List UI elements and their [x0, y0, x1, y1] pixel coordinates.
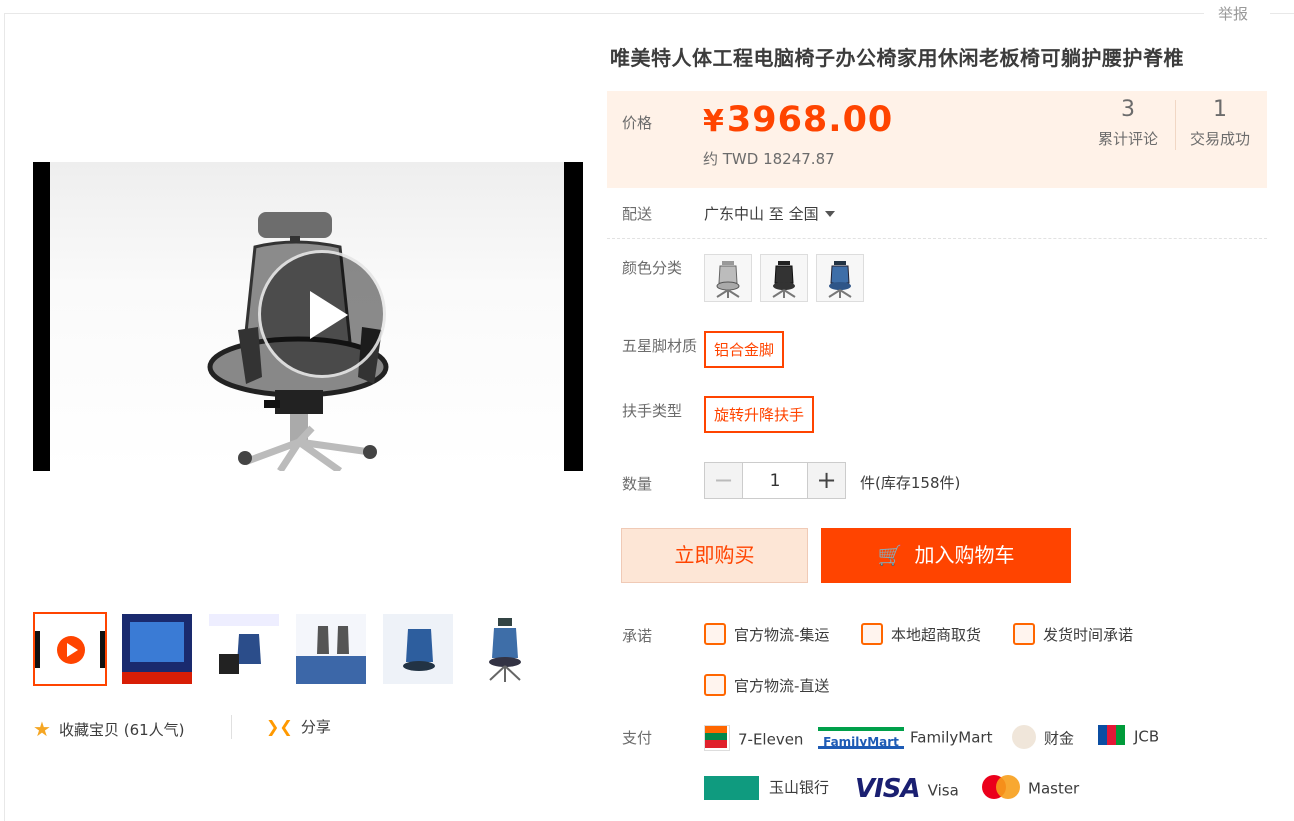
divider — [607, 238, 1267, 239]
star-icon: ★ — [33, 717, 51, 741]
shipping-destination: 全国 — [788, 205, 819, 223]
favorite-label: 收藏宝贝 — [58, 721, 119, 739]
fisc-icon — [1012, 725, 1036, 749]
payment-method: VISA Visa — [855, 774, 959, 806]
price-label: 价格 — [622, 114, 653, 132]
payment-method: 财金 — [1012, 725, 1075, 751]
thumbnail-6[interactable] — [470, 614, 540, 684]
truck-icon — [704, 673, 726, 696]
add-to-cart-label: 加入购物车 — [914, 543, 1015, 567]
promise-label: 承诺 — [622, 627, 653, 645]
promise-item-label: 官方物流-直送 — [734, 677, 830, 695]
color-swatch-gray[interactable] — [704, 254, 752, 302]
product-title: 唯美特人体工程电脑椅子办公椅家用休闲老板椅可躺护腰护脊椎 — [610, 46, 1184, 70]
reviews-stat[interactable]: 3 累计评论 — [1093, 98, 1163, 149]
promise-item: 本地超商取货 — [861, 622, 982, 647]
promise-item-label: 本地超商取货 — [891, 626, 982, 644]
quantity-increase-button[interactable]: + — [807, 463, 845, 498]
base-material-option[interactable]: 铝合金脚 — [704, 331, 785, 368]
payment-method-label: 玉山银行 — [769, 778, 830, 797]
armrest-label: 扶手类型 — [622, 402, 683, 420]
familymart-icon: FamilyMart — [818, 727, 904, 749]
promise-item: 官方物流-集运 — [704, 622, 830, 647]
frame-top-border — [4, 13, 1204, 14]
payment-method-label: FamilyMart — [910, 728, 993, 747]
payment-method-label: Master — [1028, 779, 1080, 798]
chevron-down-icon — [824, 211, 835, 217]
payment-method-label: 7-Eleven — [738, 730, 804, 749]
cart-icon: 🛒 — [877, 543, 903, 567]
product-video-player[interactable] — [33, 162, 583, 471]
currency-symbol: ¥ — [703, 104, 725, 139]
promise-item: 发货时间承诺 — [1013, 622, 1134, 647]
promise-item-label: 发货时间承诺 — [1043, 626, 1134, 644]
quantity-decrease-button[interactable]: − — [705, 463, 743, 498]
play-icon — [57, 636, 85, 664]
add-to-cart-button[interactable]: 🛒 加入购物车 — [821, 528, 1071, 583]
share-icon: ❯❮ — [266, 717, 293, 736]
payment-method: JCB — [1098, 725, 1160, 747]
jcb-icon — [1098, 725, 1126, 745]
divider — [231, 715, 232, 739]
frame-top-border-right — [1270, 13, 1294, 14]
thumbnail-video[interactable] — [33, 612, 107, 686]
buy-now-button[interactable]: 立即购买 — [621, 528, 808, 583]
payment-method-label: Visa — [927, 781, 959, 800]
payment-method: 玉山银行 — [704, 776, 829, 800]
thumbnail-5[interactable] — [383, 614, 453, 684]
payment-method-label: JCB — [1134, 727, 1160, 746]
payment-method: FamilyMart FamilyMart — [818, 727, 992, 749]
shipping-to: 至 — [768, 205, 784, 223]
visa-icon: VISA — [855, 774, 921, 804]
reviews-count: 3 — [1121, 97, 1135, 122]
store-icon — [861, 622, 883, 645]
shipping-origin: 广东中山 — [704, 205, 765, 223]
payment-method: Master — [982, 775, 1080, 801]
play-button[interactable] — [258, 250, 386, 378]
deals-stat: 1 交易成功 — [1185, 98, 1255, 149]
color-swatch-blue[interactable] — [816, 254, 864, 302]
shipping-time-icon — [1013, 622, 1035, 645]
payment-method-label: 财金 — [1044, 729, 1075, 748]
armrest-option[interactable]: 旋转升降扶手 — [704, 396, 815, 433]
price-value: ¥3968.00 — [703, 100, 893, 140]
shipping-label: 配送 — [622, 205, 653, 223]
deals-count: 1 — [1213, 97, 1227, 122]
quantity-stepper: − 1 + — [704, 462, 846, 499]
mastercard-icon — [982, 775, 1020, 799]
frame-left-border — [4, 13, 5, 821]
seven-eleven-icon — [704, 725, 730, 751]
logistics-icon — [704, 622, 726, 645]
price-amount: 3968.00 — [726, 100, 894, 140]
price-twd: 约 TWD 18247.87 — [703, 150, 835, 168]
payment-label: 支付 — [622, 729, 653, 747]
stat-divider — [1175, 100, 1176, 150]
base-material-label: 五星脚材质 — [622, 337, 698, 355]
color-label: 颜色分类 — [622, 259, 683, 277]
thumbnail-2[interactable] — [122, 614, 192, 684]
color-swatch-black[interactable] — [760, 254, 808, 302]
esun-bank-icon — [704, 776, 759, 800]
promise-item-label: 官方物流-集运 — [734, 626, 830, 644]
popularity-count: (61人气) — [123, 721, 185, 739]
play-icon — [310, 291, 348, 339]
shipping-destination-select[interactable]: 全国 — [789, 205, 835, 223]
report-link[interactable]: 举报 — [1218, 3, 1248, 24]
deals-label: 交易成功 — [1189, 130, 1250, 148]
promise-item: 官方物流-直送 — [704, 673, 830, 698]
thumbnail-3[interactable] — [209, 614, 279, 684]
quantity-label: 数量 — [622, 475, 653, 493]
share-button[interactable]: ❯❮ 分享 — [266, 716, 331, 737]
video-frame — [50, 162, 564, 471]
share-label: 分享 — [300, 718, 331, 736]
stock-info: 件(库存158件) — [860, 474, 961, 492]
payment-method: 7-Eleven — [704, 725, 804, 753]
shipping-info: 广东中山 至 全国 — [704, 203, 835, 224]
favorite-button[interactable]: ★ 收藏宝贝 (61人气) — [33, 716, 185, 741]
thumbnail-4[interactable] — [296, 614, 366, 684]
reviews-label: 累计评论 — [1097, 130, 1158, 148]
quantity-input[interactable]: 1 — [742, 463, 808, 498]
